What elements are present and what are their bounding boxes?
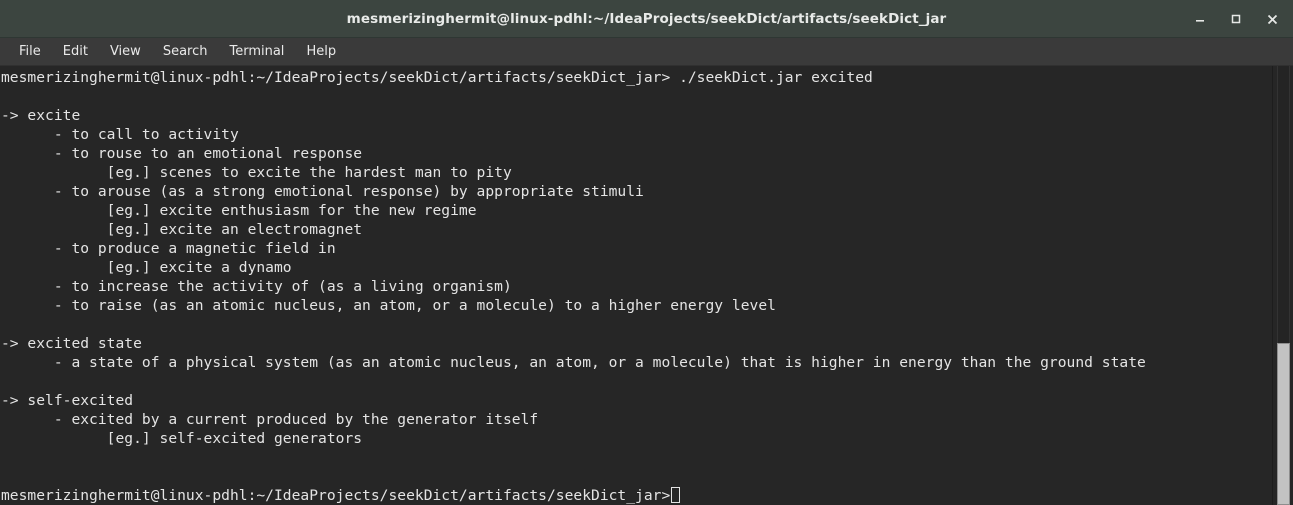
maximize-icon <box>1230 13 1242 25</box>
window-controls <box>1187 0 1285 38</box>
terminal-output[interactable]: mesmerizinghermit@linux-pdhl:~/IdeaProje… <box>0 66 1272 505</box>
terminal-prompt-line[interactable]: mesmerizinghermit@linux-pdhl:~/IdeaProje… <box>1 486 1272 505</box>
terminal-line: - excited by a current produced by the g… <box>1 411 539 428</box>
terminal-line: [eg.] excite enthusiasm for the new regi… <box>1 202 477 219</box>
terminal-panel[interactable]: mesmerizinghermit@linux-pdhl:~/IdeaProje… <box>0 66 1293 505</box>
menu-item-terminal[interactable]: Terminal <box>218 41 295 62</box>
shell-prompt: mesmerizinghermit@linux-pdhl:~/IdeaProje… <box>1 487 671 504</box>
menu-item-search[interactable]: Search <box>152 41 219 62</box>
menubar: File Edit View Search Terminal Help <box>0 38 1293 66</box>
minimize-button[interactable] <box>1187 6 1213 32</box>
terminal-line: [eg.] scenes to excite the hardest man t… <box>1 164 512 181</box>
terminal-line: mesmerizinghermit@linux-pdhl:~/IdeaProje… <box>1 69 873 86</box>
terminal-line: [eg.] excite a dynamo <box>1 259 292 276</box>
scrollbar-thumb[interactable] <box>1277 342 1290 505</box>
menu-item-view[interactable]: View <box>99 41 152 62</box>
terminal-line: - to raise (as an atomic nucleus, an ato… <box>1 297 776 314</box>
menu-item-help[interactable]: Help <box>295 41 347 62</box>
maximize-button[interactable] <box>1223 6 1249 32</box>
close-icon <box>1266 13 1279 26</box>
vertical-scrollbar[interactable] <box>1272 66 1293 505</box>
terminal-line: -> excite <box>1 107 81 124</box>
terminal-line: - to arouse (as a strong emotional respo… <box>1 183 644 200</box>
terminal-line: - to rouse to an emotional response <box>1 145 363 162</box>
terminal-line: -> excited state <box>1 335 142 352</box>
terminal-line: [eg.] excite an electromagnet <box>1 221 363 238</box>
terminal-line: - to produce a magnetic field in <box>1 240 336 257</box>
terminal-line: - to call to activity <box>1 126 239 143</box>
window-titlebar[interactable]: mesmerizinghermit@linux-pdhl:~/IdeaProje… <box>0 0 1293 38</box>
terminal-line: - to increase the activity of (as a livi… <box>1 278 512 295</box>
window-title: mesmerizinghermit@linux-pdhl:~/IdeaProje… <box>346 10 947 27</box>
minimize-icon <box>1194 13 1206 25</box>
menu-item-file[interactable]: File <box>8 41 52 62</box>
terminal-line: -> self-excited <box>1 392 134 409</box>
menu-item-edit[interactable]: Edit <box>52 41 99 62</box>
text-cursor <box>671 487 681 503</box>
terminal-line: [eg.] self-excited generators <box>1 430 363 447</box>
close-button[interactable] <box>1259 6 1285 32</box>
terminal-line: - a state of a physical system (as an at… <box>1 354 1146 371</box>
